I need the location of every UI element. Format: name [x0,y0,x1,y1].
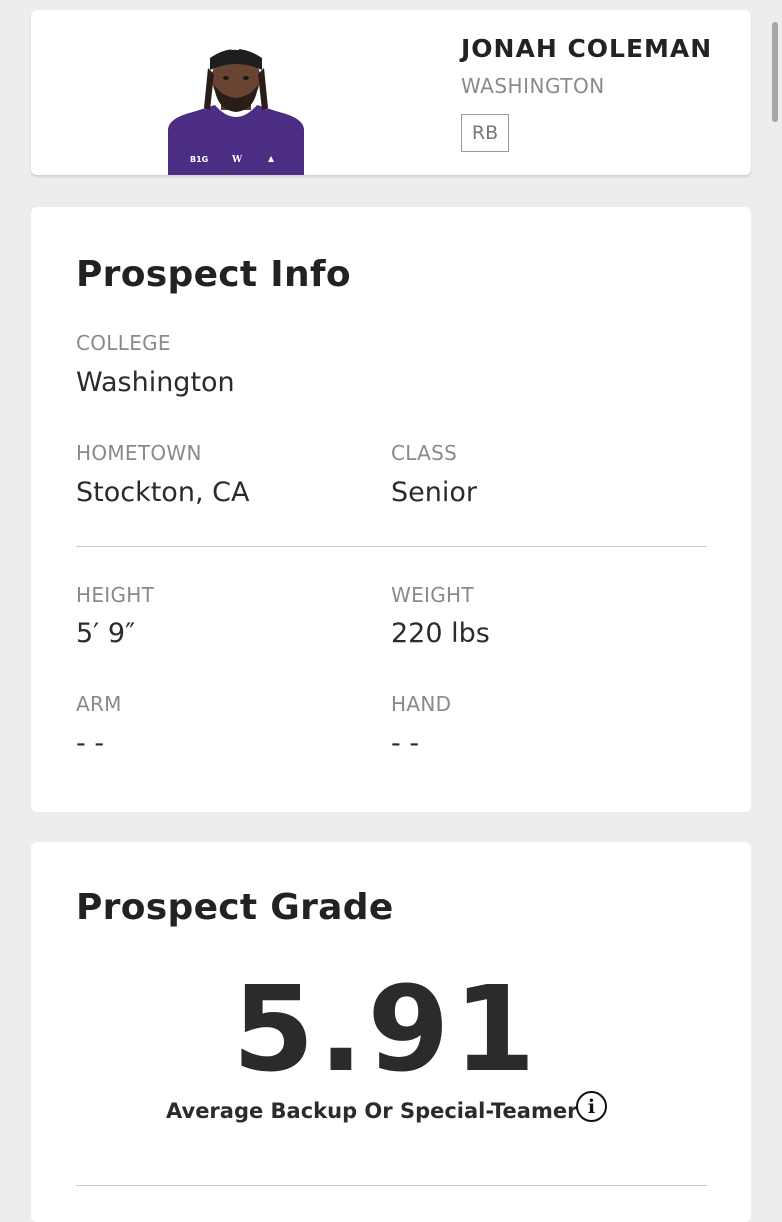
hand-value: - - [391,728,420,759]
player-photo: B1G W [168,45,304,175]
info-divider [76,546,707,547]
college-label: COLLEGE [76,331,171,355]
player-team: WASHINGTON [461,74,605,98]
svg-text:B1G: B1G [190,155,208,164]
info-circle-icon[interactable]: i [576,1091,607,1122]
college-value: Washington [76,367,235,398]
hometown-value: Stockton, CA [76,477,250,508]
arm-value: - - [76,728,105,759]
prospect-info-card: Prospect Info COLLEGE Washington HOMETOW… [31,207,751,812]
grade-description: Average Backup Or Special-Teamer [166,1099,578,1123]
prospect-grade-card: Prospect Grade 5.91 Average Backup Or Sp… [31,842,751,1222]
scrollbar[interactable] [772,22,778,122]
grade-divider [76,1185,707,1186]
height-label: HEIGHT [76,583,155,607]
position-badge: RB [461,114,509,152]
svg-text:W: W [231,155,243,165]
player-name: JONAH COLEMAN [461,34,713,63]
class-label: CLASS [391,441,458,465]
prospect-grade-title: Prospect Grade [76,887,394,928]
weight-value: 220 lbs [391,618,490,649]
player-header-card: B1G W JONAH COLEMAN WASHINGTON RB [31,10,751,175]
hand-label: HAND [391,692,452,716]
weight-label: WEIGHT [391,583,474,607]
arm-label: ARM [76,692,122,716]
prospect-info-title: Prospect Info [76,254,351,295]
class-value: Senior [391,477,477,508]
height-value: 5′ 9″ [76,618,136,649]
grade-value: 5.91 [232,960,540,1098]
hometown-label: HOMETOWN [76,441,202,465]
